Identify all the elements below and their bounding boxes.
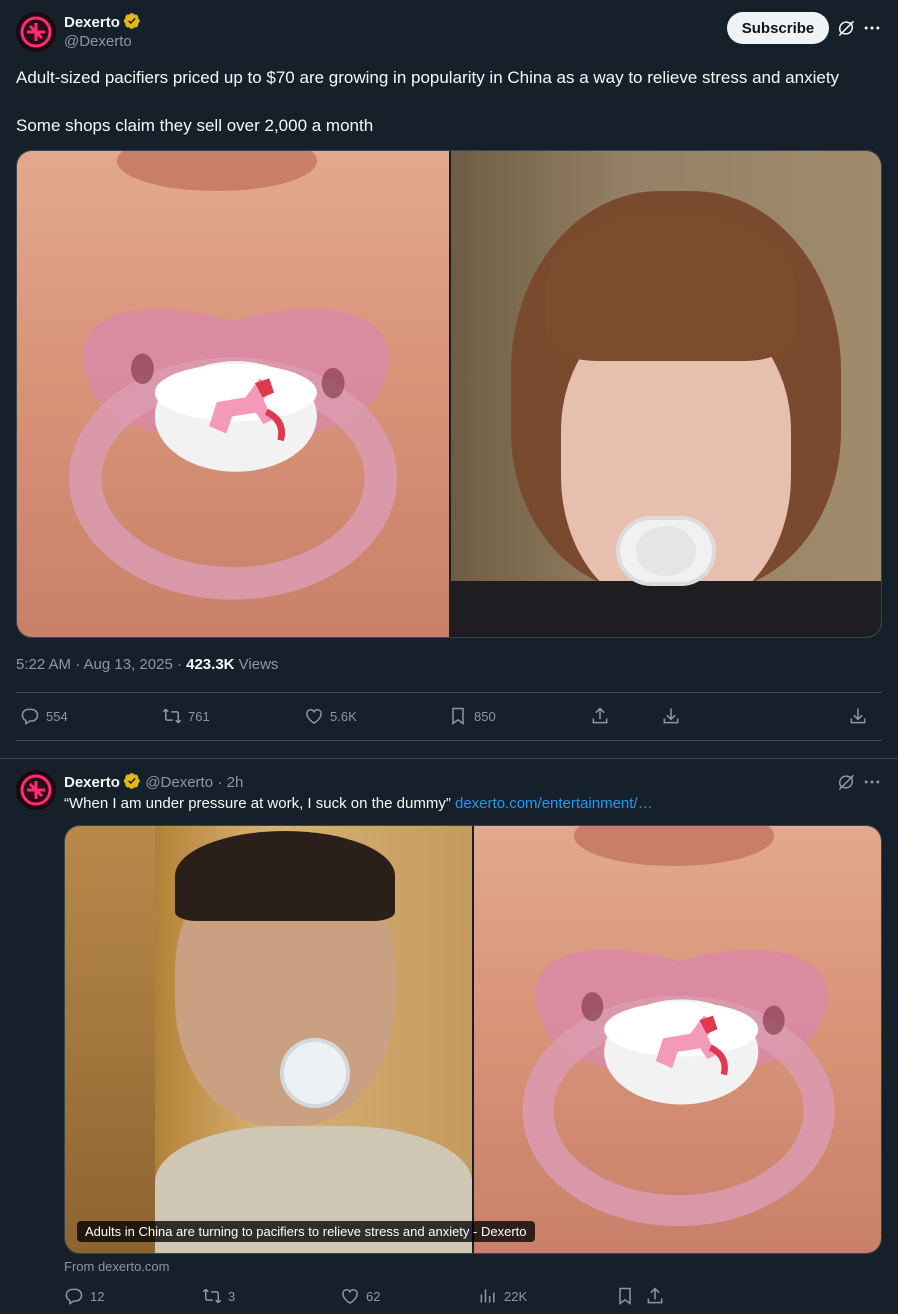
timestamp[interactable]: 5:22 AM · Aug 13, 2025 · (16, 656, 186, 673)
bookmark-icon (448, 706, 468, 726)
download-icon (848, 706, 868, 726)
like-icon (340, 1286, 360, 1306)
subscribe-button[interactable]: Subscribe (727, 12, 829, 44)
more-icon[interactable] (862, 18, 882, 38)
download-icon (661, 706, 681, 726)
post-time[interactable]: · 2h (218, 774, 244, 791)
share-button[interactable] (645, 1286, 665, 1306)
card-source[interactable]: From dexerto.com (64, 1259, 169, 1274)
verified-badge-icon (123, 12, 141, 30)
link-card[interactable]: Adults in China are turning to pacifiers… (64, 825, 882, 1254)
author-handle[interactable]: @Dexerto (64, 33, 132, 50)
author-name[interactable]: Dexerto (64, 12, 141, 32)
post-separator (0, 758, 898, 759)
share-icon (590, 706, 610, 726)
bookmark-button[interactable] (615, 1286, 635, 1306)
quote-text: “When I am under pressure at work, I suc… (64, 795, 451, 812)
bookmark-button[interactable]: 850 (448, 706, 496, 726)
post-text-line-2: Some shops claim they sell over 2,000 a … (16, 116, 374, 135)
post-text-line-1: Adult-sized pacifiers priced up to $70 a… (16, 68, 840, 87)
author-handle[interactable]: @Dexerto (145, 774, 213, 791)
avatar[interactable] (16, 770, 56, 810)
avatar[interactable] (16, 12, 56, 52)
repost-count: 761 (188, 708, 210, 724)
post-text: “When I am under pressure at work, I suc… (64, 794, 653, 814)
like-count: 5.6K (330, 708, 357, 724)
share-button[interactable] (590, 706, 610, 726)
pacifier-close-up-photo[interactable] (17, 151, 449, 637)
verified-badge-icon (123, 772, 141, 790)
pacifier-close-up-photo (474, 826, 882, 1254)
like-icon (304, 706, 324, 726)
reply-button[interactable]: 12 (64, 1286, 104, 1306)
repost-icon (202, 1286, 222, 1306)
views-button[interactable]: 22K (478, 1286, 527, 1306)
author-name-text: Dexerto (64, 14, 120, 31)
grok-icon[interactable] (836, 772, 856, 792)
post-media[interactable] (16, 150, 882, 638)
man-with-pacifier-photo (65, 826, 472, 1253)
reply-count: 12 (90, 1288, 105, 1304)
reply-count: 554 (46, 708, 68, 724)
bookmark-count: 850 (474, 708, 496, 724)
share-icon (645, 1286, 665, 1306)
woman-with-pacifier-photo[interactable] (451, 151, 881, 637)
pink-pacifier-image (17, 221, 449, 631)
article-link[interactable]: dexerto.com/entertainment/… (455, 795, 653, 812)
repost-button[interactable]: 761 (162, 706, 210, 726)
more-icon[interactable] (862, 772, 882, 792)
repost-button[interactable]: 3 (202, 1286, 235, 1306)
reply-icon (64, 1286, 84, 1306)
like-count: 62 (366, 1288, 381, 1304)
views-count: 22K (504, 1288, 528, 1304)
views-label: Views (234, 656, 279, 673)
like-button[interactable]: 62 (340, 1286, 380, 1306)
dexerto-logo-icon (16, 12, 56, 52)
grok-icon[interactable] (836, 18, 856, 38)
download-media-button[interactable] (848, 706, 868, 726)
post-metadata: 5:22 AM · Aug 13, 2025 · 423.3K Views (16, 656, 278, 673)
divider (16, 692, 882, 693)
divider (16, 740, 882, 741)
author-name[interactable]: Dexerto (64, 774, 120, 791)
views-icon (478, 1286, 498, 1306)
reply-button[interactable]: 554 (20, 706, 68, 726)
pink-pacifier-image (474, 866, 882, 1254)
repost-count: 3 (228, 1288, 236, 1304)
card-caption: Adults in China are turning to pacifiers… (77, 1221, 535, 1242)
repost-icon (162, 706, 182, 726)
post-header: Dexerto @Dexerto · 2h (64, 772, 243, 792)
reply-icon (20, 706, 40, 726)
download-button[interactable] (661, 706, 681, 726)
views-count: 423.3K (186, 656, 235, 673)
bookmark-icon (615, 1286, 635, 1306)
like-button[interactable]: 5.6K (304, 706, 357, 726)
dexerto-logo-icon (16, 770, 56, 810)
